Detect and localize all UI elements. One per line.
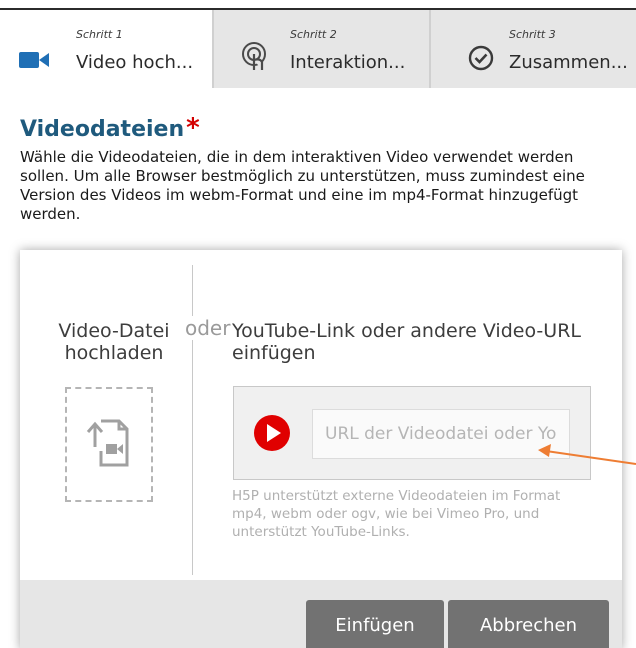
upload-column: Video-Datei hochladen: [20, 250, 192, 580]
check-circle-icon: [468, 45, 494, 71]
step-2-tab[interactable]: Schritt 2 Interaktion...: [212, 10, 429, 88]
step-number: Schritt 1: [76, 28, 123, 41]
video-camera-icon: [19, 52, 49, 68]
section-description: Wähle die Videodateien, die in dem inter…: [20, 148, 585, 223]
step-1-tab[interactable]: Schritt 1 Video hoch...: [0, 10, 212, 88]
section-title-text: Videodateien: [20, 117, 185, 142]
step-label: Interaktion...: [290, 52, 406, 73]
column-divider: [192, 265, 193, 575]
insert-button[interactable]: Einfügen: [306, 600, 444, 648]
required-marker: *: [186, 113, 200, 143]
page: Schritt 1 Video hoch... Schritt 2 Intera…: [0, 0, 636, 648]
or-separator: oder: [184, 316, 232, 340]
step-number: Schritt 3: [509, 28, 556, 41]
url-input-panel: [233, 386, 591, 480]
video-source-dialog: Video-Datei hochladen oder YouTube-Link …: [20, 250, 622, 648]
dialog-footer: Einfügen Abbrechen: [20, 580, 622, 648]
step-number: Schritt 2: [290, 28, 337, 41]
step-label: Zusammen...: [509, 52, 628, 73]
step-navigation: Schritt 1 Video hoch... Schritt 2 Intera…: [0, 8, 636, 88]
cancel-button[interactable]: Abbrechen: [448, 600, 609, 648]
step-3-tab[interactable]: Schritt 3 Zusammen...: [429, 10, 636, 88]
url-title: YouTube-Link oder andere Video-URL einfü…: [232, 320, 581, 364]
youtube-play-icon: [254, 415, 290, 451]
video-url-input[interactable]: [312, 409, 570, 459]
upload-title: Video-Datei hochladen: [58, 320, 170, 364]
section-title: Videodateien*: [20, 113, 200, 143]
file-upload-video-icon: [86, 419, 129, 467]
url-hint: H5P unterstützt externe Videodateien im …: [232, 488, 561, 540]
file-upload-dropzone[interactable]: [65, 387, 153, 502]
step-label: Video hoch...: [76, 52, 194, 73]
touch-icon: [242, 42, 266, 70]
